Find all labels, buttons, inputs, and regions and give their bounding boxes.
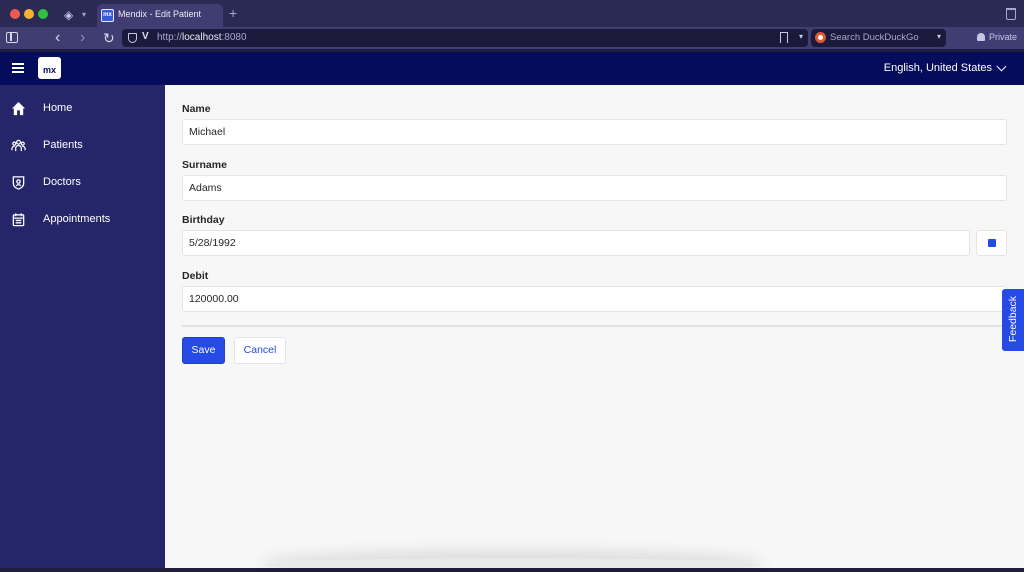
sidebar-item-label: Appointments <box>43 213 111 225</box>
cancel-button[interactable]: Cancel <box>234 337 286 364</box>
maximize-window-button[interactable] <box>38 9 48 19</box>
tab-edit-patient[interactable]: mx Mendix - Edit Patient <box>97 4 223 27</box>
ghost-icon <box>977 33 985 41</box>
calendar-icon <box>12 213 25 227</box>
app-window: mx English, United States Home Patients … <box>0 52 1024 568</box>
vpn-icon[interactable]: V <box>142 31 149 42</box>
layers-icon[interactable]: ◈ <box>64 8 78 22</box>
shield-icon[interactable] <box>128 33 137 43</box>
name-label: Name <box>182 103 211 115</box>
app-header: mx English, United States <box>0 52 1024 85</box>
sidebar-item-patients[interactable]: Patients <box>0 127 165 164</box>
name-input[interactable] <box>182 119 1007 145</box>
sidebar-item-label: Home <box>43 102 73 114</box>
sidebar-item-appointments[interactable]: Appointments <box>0 201 165 238</box>
tab-title: Mendix - Edit Patient <box>118 9 202 19</box>
chevron-down-icon[interactable] <box>996 61 1007 72</box>
save-button[interactable]: Save <box>182 337 225 364</box>
private-label: Private <box>989 32 1018 42</box>
sidebar-toggle-icon[interactable] <box>6 32 18 43</box>
sidebar-item-home[interactable]: Home <box>0 90 165 127</box>
date-picker-button[interactable] <box>976 230 1007 256</box>
search-placeholder: Search DuckDuckGo <box>830 32 919 43</box>
feedback-button[interactable]: Feedback <box>1002 289 1024 351</box>
tab-bar: ◈ ▾ mx Mendix - Edit Patient + <box>0 0 1024 27</box>
debit-label: Debit <box>182 270 209 282</box>
debit-input[interactable] <box>182 286 1007 312</box>
mendix-favicon-icon: mx <box>101 9 114 22</box>
trash-icon[interactable] <box>1006 8 1016 20</box>
browser-toolbar: ‹ › ↻ V http://localhost:8080 ▾ Search D… <box>0 27 1024 49</box>
minimize-window-button[interactable] <box>24 9 34 19</box>
home-icon <box>11 101 26 116</box>
url-scheme: http:// <box>157 32 183 43</box>
feedback-label: Feedback <box>1007 295 1019 343</box>
search-bar[interactable]: Search DuckDuckGo ▾ <box>811 29 946 47</box>
bookmark-icon[interactable] <box>780 32 788 43</box>
surname-input[interactable] <box>182 175 1007 201</box>
url-port: :8080 <box>221 32 247 43</box>
sidebar: Home Patients Doctors Appointments <box>0 85 165 568</box>
hamburger-menu-icon[interactable] <box>12 63 24 73</box>
calendar-icon <box>988 239 996 247</box>
address-bar[interactable]: V http://localhost:8080 ▾ <box>122 29 808 47</box>
edit-patient-form: Name Surname Birthday Debit Save Cancel <box>165 85 1024 568</box>
sidebar-item-doctors[interactable]: Doctors <box>0 164 165 201</box>
private-indicator: Private <box>977 32 1017 42</box>
birthday-label: Birthday <box>182 214 225 226</box>
mendix-logo[interactable]: mx <box>38 57 61 79</box>
surname-label: Surname <box>182 159 227 171</box>
language-selector[interactable]: English, United States <box>884 62 992 74</box>
url-text[interactable]: http://localhost:8080 <box>157 32 247 43</box>
forward-button[interactable]: › <box>80 28 85 48</box>
close-window-button[interactable] <box>10 9 20 19</box>
patients-icon <box>11 139 26 152</box>
bottom-shadow <box>265 558 760 572</box>
new-tab-button[interactable]: + <box>229 5 237 21</box>
birthday-input[interactable] <box>182 230 970 256</box>
duckduckgo-icon <box>815 32 826 43</box>
doctor-badge-icon <box>12 176 25 190</box>
reload-button[interactable]: ↻ <box>103 28 115 48</box>
back-button[interactable]: ‹ <box>55 28 60 48</box>
url-host: localhost <box>182 32 222 43</box>
form-divider <box>182 325 1007 327</box>
sidebar-item-label: Patients <box>43 139 83 151</box>
chevron-down-icon[interactable]: ▾ <box>82 8 86 22</box>
chevron-down-icon[interactable]: ▾ <box>937 32 941 41</box>
sidebar-item-label: Doctors <box>43 176 81 188</box>
chevron-down-icon[interactable]: ▾ <box>799 32 803 41</box>
